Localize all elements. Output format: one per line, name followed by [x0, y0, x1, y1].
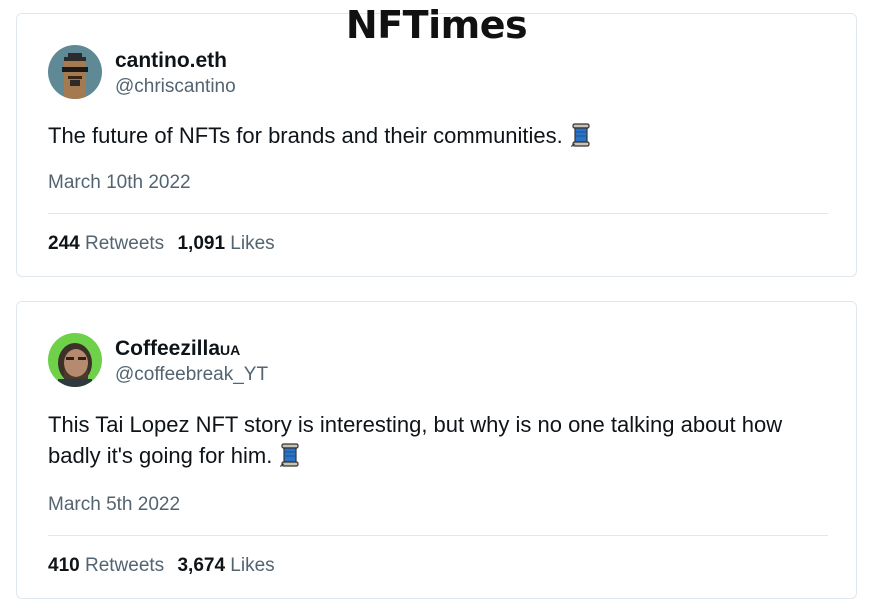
- user-handle[interactable]: @coffeebreak_YT: [115, 363, 268, 387]
- tweet-date[interactable]: March 5th 2022: [48, 494, 180, 516]
- avatar[interactable]: [48, 45, 102, 99]
- tweet-stats: 244 Retweets 1,091 Likes: [48, 233, 283, 255]
- name-badge: UA: [220, 342, 241, 358]
- tweet-text: The future of NFTs for brands and their …: [48, 120, 828, 155]
- retweets-label: Retweets: [84, 555, 165, 576]
- tweet-card[interactable]: CoffeezillaUA @coffeebreak_YT This Tai L…: [16, 301, 857, 599]
- tweet-stats: 410 Retweets 3,674 Likes: [48, 555, 283, 577]
- tweet-card[interactable]: cantino.eth @chriscantino The future of …: [16, 13, 857, 277]
- spool-of-thread-icon: [571, 123, 591, 155]
- tweet-date[interactable]: March 10th 2022: [48, 172, 191, 194]
- retweets-label: Retweets: [84, 233, 165, 254]
- display-name[interactable]: cantino.eth: [115, 48, 236, 75]
- likes-count: 3,674: [177, 555, 226, 576]
- likes-stat[interactable]: 3,674 Likes: [177, 555, 274, 576]
- avatar[interactable]: [48, 333, 102, 387]
- tweet-text: This Tai Lopez NFT story is interesting,…: [48, 409, 828, 475]
- retweets-count: 410: [48, 555, 80, 576]
- site-title: NFTimes: [345, 3, 528, 47]
- likes-label: Likes: [230, 555, 275, 576]
- retweets-stat[interactable]: 244 Retweets: [48, 233, 164, 254]
- retweets-stat[interactable]: 410 Retweets: [48, 555, 164, 576]
- spool-of-thread-icon: [280, 443, 300, 475]
- user-handle[interactable]: @chriscantino: [115, 75, 236, 99]
- likes-label: Likes: [230, 233, 275, 254]
- display-name[interactable]: CoffeezillaUA: [115, 336, 268, 363]
- likes-stat[interactable]: 1,091 Likes: [177, 233, 274, 254]
- divider: [48, 535, 828, 536]
- divider: [48, 213, 828, 214]
- likes-count: 1,091: [177, 233, 226, 254]
- retweets-count: 244: [48, 233, 80, 254]
